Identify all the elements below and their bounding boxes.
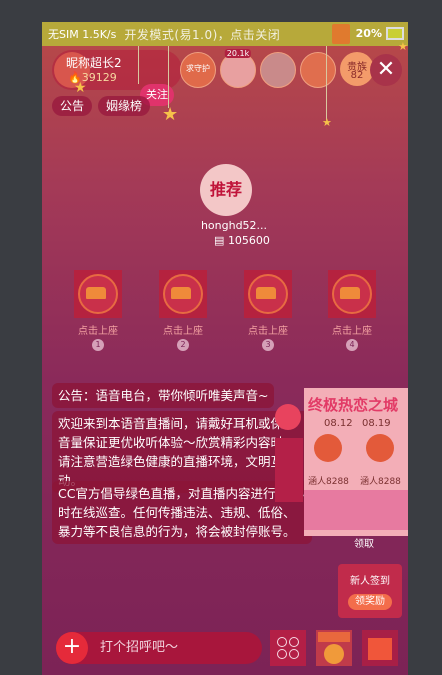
side-activity-banner[interactable] xyxy=(275,438,303,502)
claim-button[interactable]: 领取 xyxy=(354,535,374,550)
seat-3[interactable]: 点击上座 3 xyxy=(238,270,298,351)
sofa-icon xyxy=(86,287,106,299)
seat-1[interactable]: 点击上座 1 xyxy=(68,270,128,351)
live-room-screen: 无SIM 1.5K/s 开发模式(易1.0)，点击关闭 20% 昵称超长2 🔥3… xyxy=(42,22,408,675)
battery-level: 20% xyxy=(355,27,382,40)
viewer-avatar[interactable]: 求守护 xyxy=(180,52,216,88)
chat-input-bar[interactable]: + xyxy=(56,632,262,664)
bear-icon xyxy=(314,434,342,462)
seat-number: 4 xyxy=(346,339,358,351)
checkin-label: 新人签到 xyxy=(350,576,390,587)
recommend-badge: 推荐 xyxy=(209,180,242,199)
seat-2[interactable]: 点击上座 2 xyxy=(153,270,213,351)
host-value-number: 105600 xyxy=(227,234,270,247)
promo-banner[interactable]: 终极热恋之城 08.12 08.19 涵人8288 涵人8288 xyxy=(304,388,408,536)
rank-count: 82 xyxy=(350,70,364,81)
chat-notice: 公告：语音电台，带你倾听唯美声音~ xyxy=(52,383,275,408)
star-icon: ★ xyxy=(398,40,408,53)
sofa-icon xyxy=(171,287,191,299)
star-icon: ★ xyxy=(322,116,332,129)
promo-scene-image xyxy=(304,490,408,530)
decor-thread xyxy=(138,46,139,84)
seat-label: 点击上座 xyxy=(163,326,203,337)
seat-number: 3 xyxy=(262,339,274,351)
dice-icon[interactable] xyxy=(275,404,301,430)
viewer-avatar[interactable] xyxy=(260,52,296,88)
coin-icon xyxy=(324,644,344,664)
viewer-tag: 20.1k xyxy=(224,49,252,58)
viewer-list: 求守护 20.1k 贵族 82 xyxy=(180,49,374,88)
seat-4[interactable]: 点击上座 4 xyxy=(322,270,382,351)
tab-notice[interactable]: 公告 xyxy=(52,96,93,116)
battery-icon xyxy=(386,27,404,40)
seat-label: 点击上座 xyxy=(78,326,118,337)
menu-grid-button[interactable] xyxy=(270,630,306,666)
anchor-info[interactable]: 昵称超长2 🔥39129 关注 xyxy=(52,50,182,106)
promo-title: 终极热恋之城 xyxy=(308,396,399,414)
star-icon: ★ xyxy=(74,80,87,96)
tab-marriage-rank[interactable]: 姻缘榜 xyxy=(98,96,151,116)
plus-icon[interactable]: + xyxy=(56,632,88,664)
chat-official: CC官方倡导绿色直播，对直播内容进行24小时在线巡查。任何传播违法、违规、低俗、… xyxy=(52,481,312,544)
checkin-reward-button[interactable]: 领奖励 xyxy=(348,594,392,610)
status-bar: 无SIM 1.5K/s 开发模式(易1.0)，点击关闭 20% xyxy=(42,22,408,46)
sofa-icon xyxy=(340,287,360,299)
star-icon: ★ xyxy=(162,104,179,125)
host-avatar[interactable]: 推荐 xyxy=(200,164,252,216)
host-value: ▤ 105600 xyxy=(214,234,270,247)
gift-button[interactable] xyxy=(362,630,398,666)
new-user-checkin[interactable]: 新人签到 领奖励 xyxy=(338,564,402,618)
seat-number: 2 xyxy=(177,339,189,351)
gift-icon xyxy=(368,638,392,660)
seat-label: 点击上座 xyxy=(332,326,372,337)
viewer-tag: 求守护 xyxy=(186,64,210,73)
decor-thread xyxy=(326,46,327,120)
anchor-heat-value: 39129 xyxy=(81,71,117,84)
seat-number: 1 xyxy=(92,339,104,351)
promo-date: 08.19 xyxy=(362,418,391,429)
anchor-name: 昵称超长2 xyxy=(66,56,122,70)
decor-thread xyxy=(168,46,169,108)
sofa-icon xyxy=(256,287,276,299)
dev-mode-notice[interactable]: 开发模式(易1.0)，点击关闭 xyxy=(124,26,280,43)
host-name: honghd52... xyxy=(200,219,268,232)
network-speed: 无SIM 1.5K/s xyxy=(48,28,117,41)
chat-input[interactable] xyxy=(100,640,250,655)
promo-count: 涵人8288 xyxy=(308,477,349,487)
shop-awning-icon xyxy=(318,632,350,642)
viewer-avatar[interactable] xyxy=(300,52,336,88)
bear-icon xyxy=(366,434,394,462)
promo-count: 涵人8288 xyxy=(360,477,401,487)
seat-label: 点击上座 xyxy=(248,326,288,337)
noble-rank-badge[interactable]: 贵族 82 xyxy=(340,52,374,86)
close-button[interactable]: ✕ xyxy=(370,54,402,86)
shop-button[interactable] xyxy=(316,630,352,666)
wifi-icon xyxy=(332,24,350,44)
promo-date: 08.12 xyxy=(324,418,353,429)
viewer-avatar[interactable]: 20.1k xyxy=(220,49,256,88)
